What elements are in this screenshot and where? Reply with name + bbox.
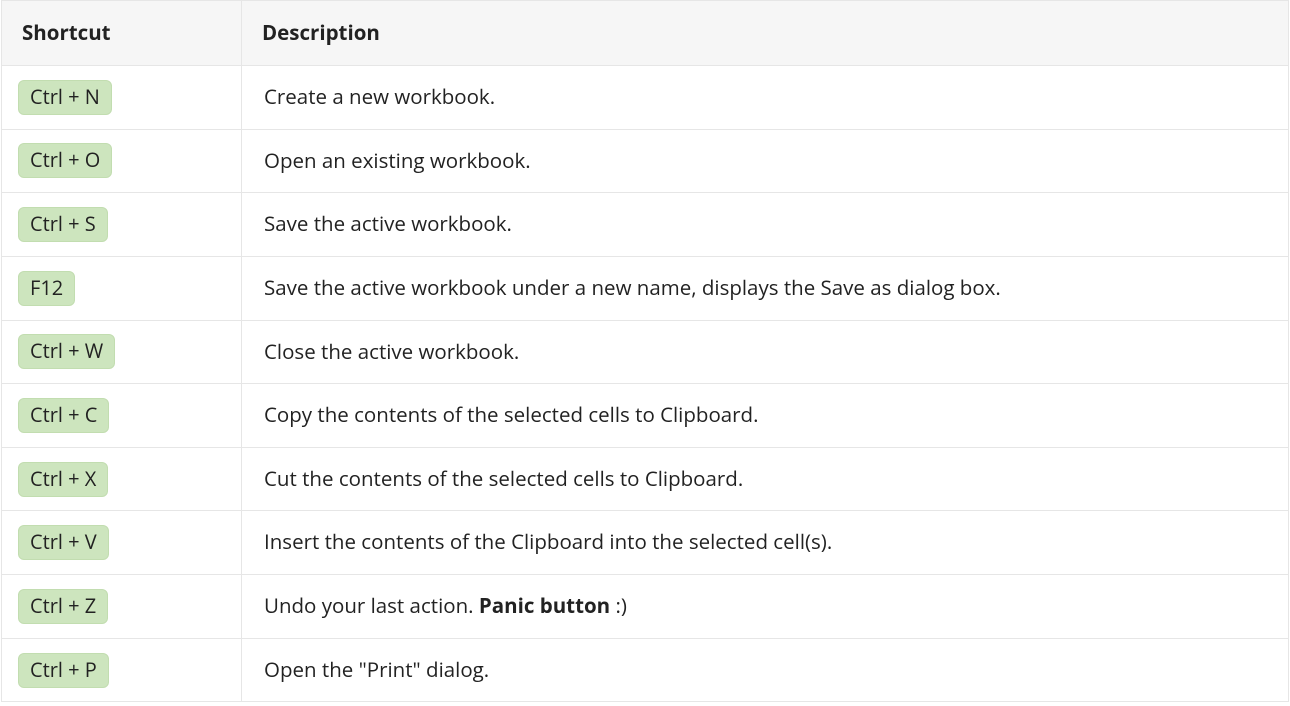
cell-shortcut: Ctrl + S	[2, 193, 242, 257]
description-text-post: :)	[610, 592, 627, 620]
table-row: Ctrl + Z Undo your last action. Panic but…	[2, 575, 1289, 639]
shortcuts-table: Shortcut Description Ctrl + N Create a ne…	[1, 0, 1289, 702]
cell-description: Cut the contents of the selected cells t…	[242, 447, 1289, 511]
table-row: Ctrl + O Open an existing workbook.	[2, 129, 1289, 193]
header-description: Description	[242, 1, 1289, 66]
table-row: Ctrl + S Save the active workbook.	[2, 193, 1289, 257]
table-row: Ctrl + X Cut the contents of the selected…	[2, 447, 1289, 511]
description-text: Insert the contents of the Clipboard int…	[264, 528, 832, 556]
description-text: Cut the contents of the selected cells t…	[264, 465, 743, 493]
keyboard-shortcut: Ctrl + W	[18, 334, 115, 369]
cell-description: Save the active workbook under a new nam…	[242, 256, 1289, 320]
table-header-row: Shortcut Description	[2, 1, 1289, 66]
table-row: Ctrl + N Create a new workbook.	[2, 66, 1289, 130]
keyboard-shortcut: Ctrl + P	[18, 653, 109, 688]
keyboard-shortcut: Ctrl + Z	[18, 589, 108, 624]
cell-description: Open the "Print" dialog.	[242, 638, 1289, 702]
description-text: Save the active workbook under a new nam…	[264, 274, 1001, 302]
cell-shortcut: F12	[2, 256, 242, 320]
table-row: F12 Save the active workbook under a new …	[2, 256, 1289, 320]
table-row: Ctrl + P Open the "Print" dialog.	[2, 638, 1289, 702]
cell-description: Copy the contents of the selected cells …	[242, 384, 1289, 448]
keyboard-shortcut: Ctrl + S	[18, 207, 108, 242]
cell-shortcut: Ctrl + C	[2, 384, 242, 448]
description-bold: Panic button	[479, 592, 610, 620]
cell-description: Close the active workbook.	[242, 320, 1289, 384]
cell-shortcut: Ctrl + N	[2, 66, 242, 130]
cell-description: Create a new workbook.	[242, 66, 1289, 130]
description-text: Undo your last action.	[264, 592, 479, 620]
description-text: Save the active workbook.	[264, 210, 512, 238]
keyboard-shortcut: Ctrl + N	[18, 80, 112, 115]
cell-shortcut: Ctrl + P	[2, 638, 242, 702]
table-row: Ctrl + C Copy the contents of the selecte…	[2, 384, 1289, 448]
table-row: Ctrl + W Close the active workbook.	[2, 320, 1289, 384]
keyboard-shortcut: Ctrl + V	[18, 525, 109, 560]
cell-description: Open an existing workbook.	[242, 129, 1289, 193]
cell-description: Undo your last action. Panic button :)	[242, 575, 1289, 639]
cell-shortcut: Ctrl + Z	[2, 575, 242, 639]
cell-shortcut: Ctrl + X	[2, 447, 242, 511]
cell-shortcut: Ctrl + O	[2, 129, 242, 193]
cell-description: Save the active workbook.	[242, 193, 1289, 257]
cell-shortcut: Ctrl + W	[2, 320, 242, 384]
keyboard-shortcut: F12	[18, 271, 75, 306]
cell-shortcut: Ctrl + V	[2, 511, 242, 575]
description-text: Create a new workbook.	[264, 83, 495, 111]
table-row: Ctrl + V Insert the contents of the Clipb…	[2, 511, 1289, 575]
keyboard-shortcut: Ctrl + O	[18, 143, 112, 178]
keyboard-shortcut: Ctrl + C	[18, 398, 109, 433]
header-shortcut: Shortcut	[2, 1, 242, 66]
description-text: Close the active workbook.	[264, 338, 519, 366]
description-text: Copy the contents of the selected cells …	[264, 401, 758, 429]
keyboard-shortcut: Ctrl + X	[18, 462, 108, 497]
description-text: Open an existing workbook.	[264, 147, 531, 175]
description-text: Open the "Print" dialog.	[264, 656, 489, 684]
cell-description: Insert the contents of the Clipboard int…	[242, 511, 1289, 575]
